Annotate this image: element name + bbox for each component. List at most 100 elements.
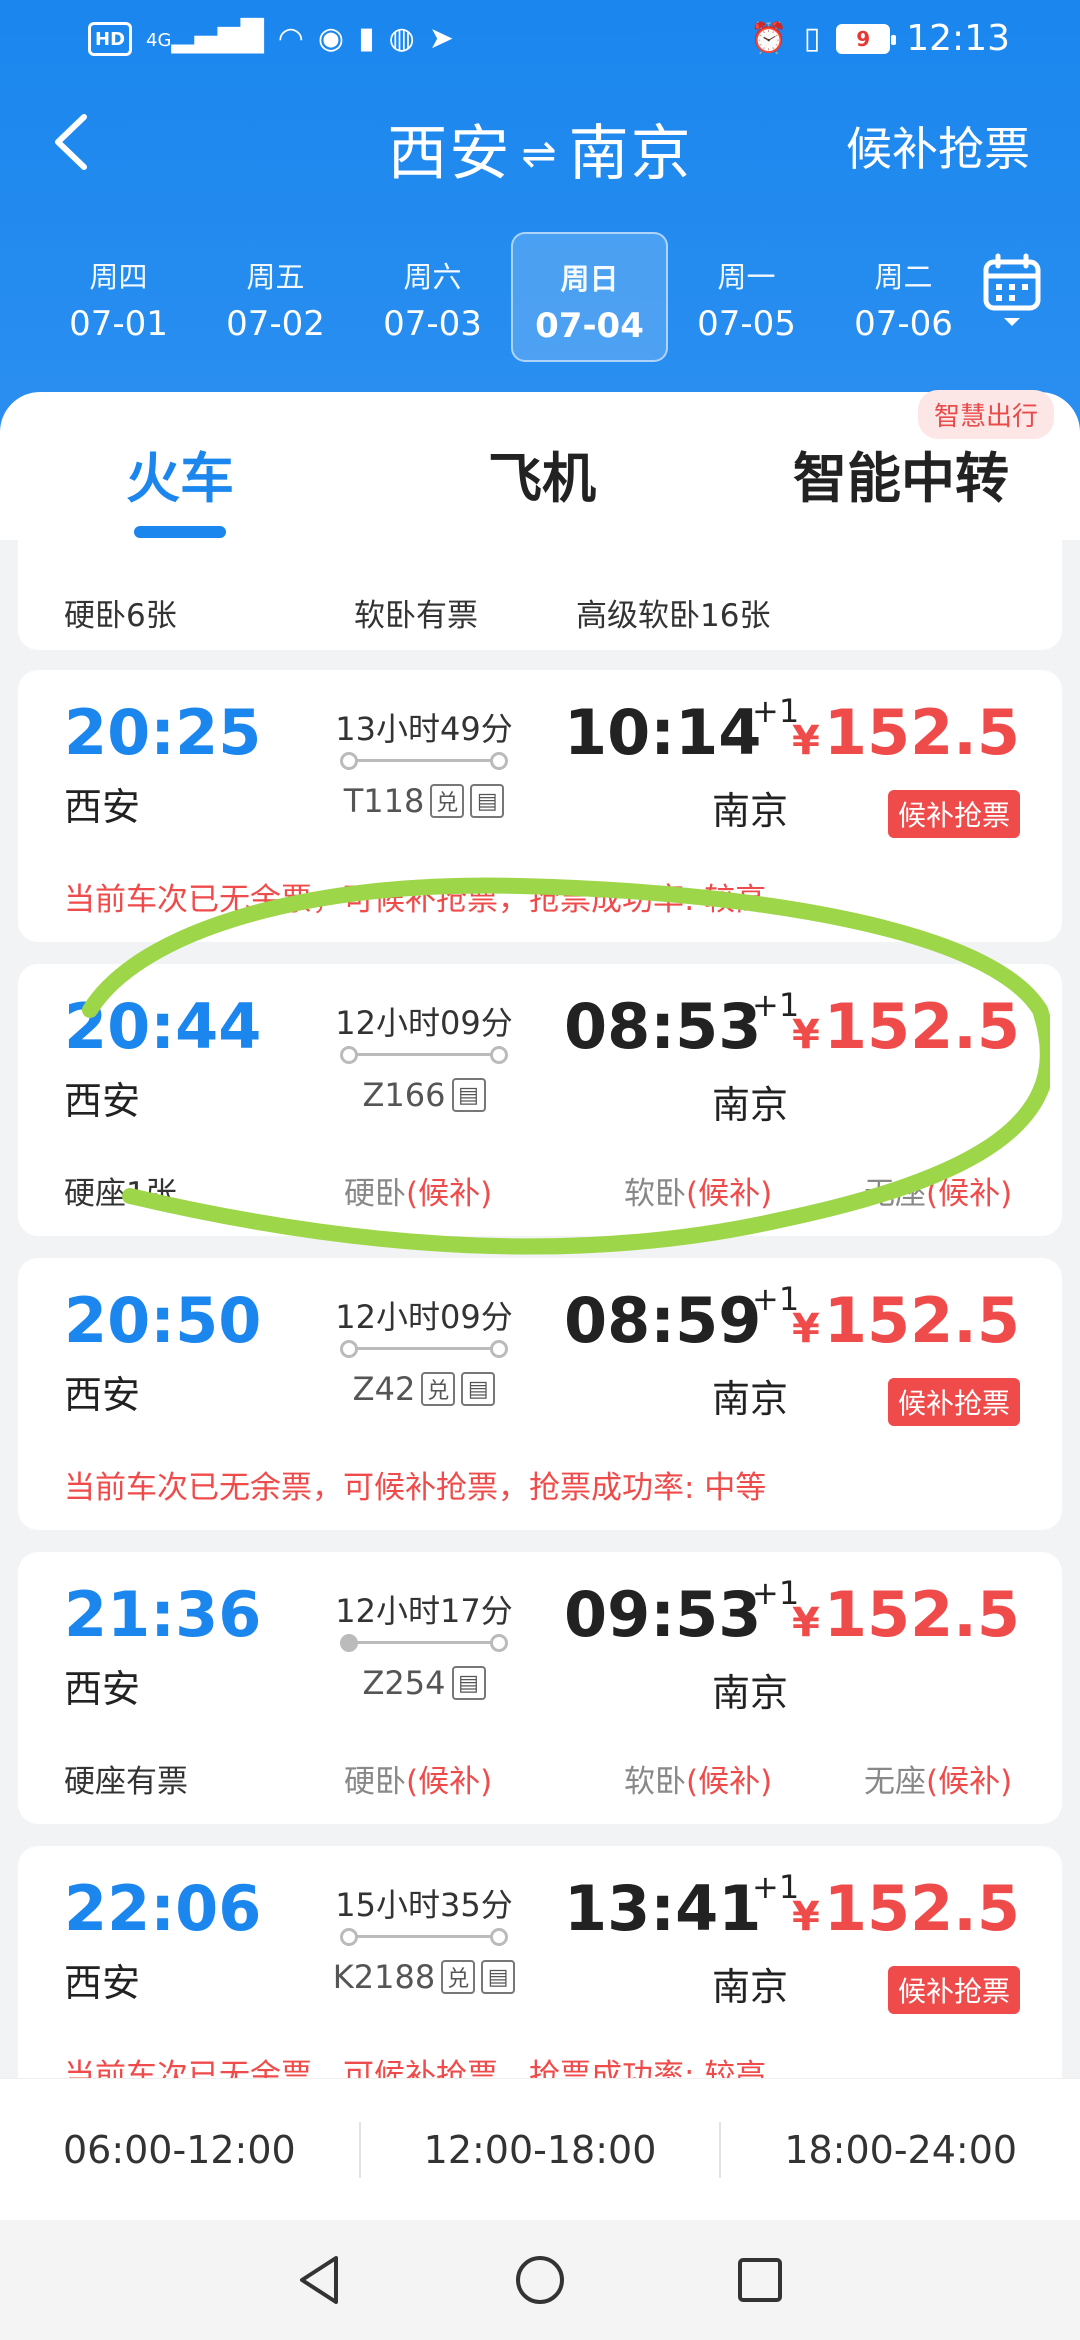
waitlist-notice: 当前车次已无余票，可候补抢票，抢票成功率: 较高 (64, 882, 767, 918)
date: 07-01 (69, 304, 168, 344)
id-card-icon: ▤ (451, 1078, 486, 1112)
duration: 15小时35分 (335, 1886, 513, 1924)
arrival-time: 09:53 (564, 1578, 762, 1651)
train-number: Z42 (352, 1370, 416, 1408)
route-line (340, 750, 508, 770)
swap-icon: ⇌ (521, 129, 559, 178)
waitlist-badge[interactable]: 候补抢票 (887, 1378, 1020, 1426)
back-icon[interactable] (292, 2252, 348, 2308)
smart-travel-badge: 智慧出行 (917, 390, 1054, 439)
seat-info: 无座(候补) (864, 1756, 1012, 1801)
date-tab-selected[interactable]: 周日 07-04 (511, 232, 668, 362)
duration: 12小时09分 (335, 1298, 513, 1336)
calendar-icon[interactable] (982, 252, 1042, 332)
seat-status: (候补) (406, 1764, 493, 1800)
seat-info: 软卧有票 (354, 598, 478, 634)
train-card[interactable]: 20:44 西安 12小时09分 Z166 ▤ 08:53 +1 南京 ¥152… (18, 964, 1062, 1236)
date: 07-02 (226, 304, 325, 344)
departure-station: 西安 (64, 785, 141, 829)
recents-icon[interactable] (732, 2252, 788, 2308)
seat-status: (候补) (926, 1764, 1013, 1800)
seat-info: 硬卧(候补) (344, 1168, 492, 1213)
departure-time: 20:25 (64, 696, 262, 769)
currency-symbol: ¥ (792, 1894, 820, 1940)
train-number-row: Z166 ▤ (324, 1076, 524, 1114)
train-card-partial[interactable]: 硬卧6张 软卧有票 高级软卧16张 (18, 540, 1062, 650)
price: ¥152.5 (792, 1284, 1020, 1357)
seat-info: 硬卧6张 (64, 598, 177, 634)
price-value: 152.5 (823, 1872, 1020, 1945)
date: 07-04 (535, 306, 644, 346)
tab-plane[interactable]: 飞机 (488, 434, 596, 513)
wifi-icon: ◠ (277, 21, 304, 56)
departure-time: 22:06 (64, 1872, 262, 1945)
duration: 12小时09分 (335, 1004, 513, 1042)
tab-train[interactable]: 火车 (126, 434, 234, 513)
train-list[interactable]: 硬卧6张 软卧有票 高级软卧16张 20:25 西安 13小时49分 T118 … (0, 540, 1080, 2080)
departure-time: 21:36 (64, 1578, 262, 1651)
train-card[interactable]: 20:25 西安 13小时49分 T118 兑 ▤ 10:14 +1 南京 ¥1… (18, 670, 1062, 942)
departure-station: 西安 (64, 1079, 141, 1123)
train-card[interactable]: 21:36 西安 12小时17分 Z254 ▤ 09:53 +1 南京 ¥152… (18, 1552, 1062, 1824)
price: ¥152.5 (792, 990, 1020, 1063)
battery-level: 9 (856, 26, 871, 51)
time-filter-bar: 06:00-12:00 12:00-18:00 18:00-24:00 (0, 2078, 1080, 2220)
train-number: K2188 (332, 1958, 436, 1996)
train-number: Z166 (362, 1076, 446, 1114)
id-card-icon: ▤ (481, 1960, 516, 1994)
home-icon[interactable] (512, 2252, 568, 2308)
seat-status: (候补) (686, 1764, 773, 1800)
waitlist-badge[interactable]: 候补抢票 (887, 790, 1020, 838)
time-filter-morning[interactable]: 06:00-12:00 (0, 2128, 359, 2172)
seat-type: 软卧 (624, 1176, 686, 1212)
train-card[interactable]: 22:06 西安 15小时35分 K2188 兑 ▤ 13:41 +1 南京 ¥… (18, 1846, 1062, 2080)
duration: 12小时17分 (335, 1592, 513, 1630)
seat-type: 无座 (864, 1764, 926, 1800)
to-station: 南京 (568, 119, 693, 189)
train-number-row: T118 兑 ▤ (324, 782, 524, 820)
id-card-icon: ▤ (461, 1372, 496, 1406)
seat-type: 硬卧 (344, 1176, 406, 1212)
seat-info: 硬座1张 (64, 1176, 177, 1212)
train-card[interactable]: 20:50 西安 12小时09分 Z42 兑 ▤ 08:59 +1 南京 ¥15… (18, 1258, 1062, 1530)
alarm-icon: ⏰ (750, 20, 788, 56)
tab-smart-transfer[interactable]: 智能中转 (793, 434, 1009, 513)
time-filter-afternoon[interactable]: 12:00-18:00 (361, 2128, 720, 2172)
weekday: 周四 (89, 260, 148, 294)
departure-station: 西安 (64, 1373, 141, 1417)
from-station: 西安 (387, 119, 512, 189)
date-tab[interactable]: 周二 07-06 (825, 232, 982, 362)
seat-info: 软卧(候补) (624, 1168, 772, 1213)
exchange-tag-icon: 兑 (430, 784, 465, 818)
exchange-tag-icon: 兑 (441, 1960, 476, 1994)
waitlist-badge[interactable]: 候补抢票 (887, 1966, 1020, 2014)
seat-info: 软卧(候补) (624, 1756, 772, 1801)
price-value: 152.5 (823, 990, 1020, 1063)
departure-time: 20:44 (64, 990, 262, 1063)
date: 07-05 (697, 304, 796, 344)
send-icon: ➤ (428, 21, 454, 56)
waitlist-button[interactable]: 候补抢票 (846, 113, 1030, 179)
date-tab[interactable]: 周六 07-03 (354, 232, 511, 362)
arrival-station: 南京 (712, 1965, 789, 2009)
active-tab-indicator (134, 526, 226, 538)
seat-status: (候补) (686, 1176, 773, 1212)
currency-symbol: ¥ (792, 718, 820, 764)
seat-status: (候补) (926, 1176, 1013, 1212)
clock: 12:13 (906, 18, 1010, 59)
route-line (340, 1926, 508, 1946)
price-value: 152.5 (823, 1578, 1020, 1651)
date-tab[interactable]: 周四 07-01 (40, 232, 197, 362)
arrival-time: 08:59 (564, 1284, 762, 1357)
time-filter-evening[interactable]: 18:00-24:00 (721, 2128, 1080, 2172)
date-tab[interactable]: 周一 07-05 (668, 232, 825, 362)
date-tab[interactable]: 周五 07-02 (197, 232, 354, 362)
nav-bar: 西安 ⇌ 南京 候补抢票 (0, 95, 1080, 195)
id-card-icon: ▤ (470, 784, 505, 818)
id-card-icon: ▤ (451, 1666, 486, 1700)
departure-station: 西安 (64, 1961, 141, 2005)
waitlist-notice: 当前车次已无余票，可候补抢票，抢票成功率: 中等 (64, 1470, 767, 1506)
price: ¥152.5 (792, 696, 1020, 769)
route-line (340, 1338, 508, 1358)
hd-icon: HD (88, 22, 133, 56)
